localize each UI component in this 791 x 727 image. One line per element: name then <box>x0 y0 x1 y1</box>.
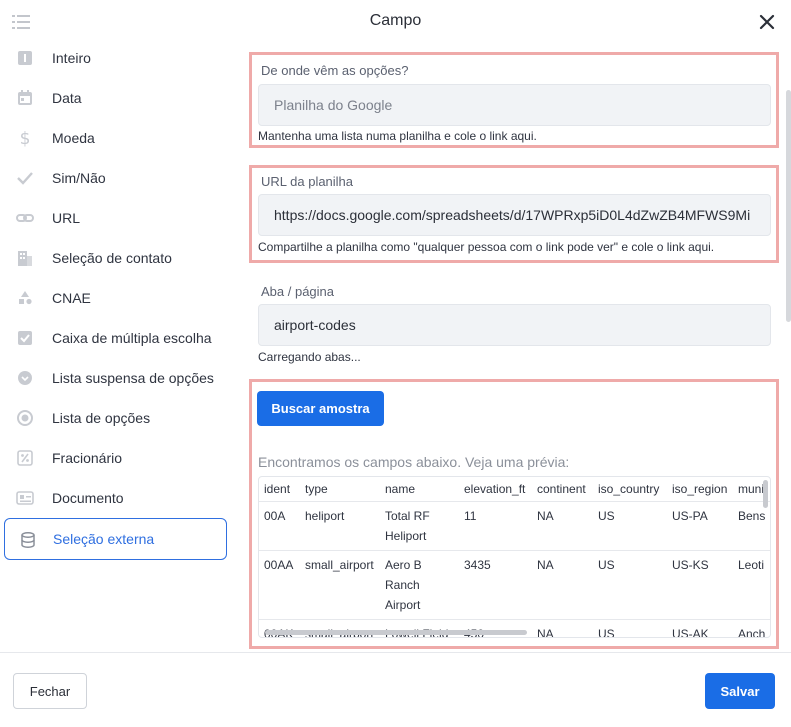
building-icon <box>18 251 32 266</box>
table-cell: 3435 <box>464 558 491 572</box>
url-label: URL da planilha <box>261 174 354 189</box>
table-cell: US <box>598 627 615 638</box>
table-cell: Total RF Heliport <box>385 509 430 543</box>
checkbox-icon <box>18 331 32 345</box>
close-button[interactable]: Fechar <box>13 673 87 709</box>
table-row: 00AK small_airport Lowell Field 450 NA U… <box>259 620 770 638</box>
dropdown-circle-icon <box>18 371 32 385</box>
sidebar-item-label: Inteiro <box>52 50 91 66</box>
table-cell: NA <box>537 627 554 638</box>
sidebar-item-lista-suspensa[interactable]: Lista suspensa de opções <box>0 358 236 398</box>
database-icon <box>21 532 35 548</box>
footer-divider <box>0 652 791 653</box>
sidebar-item-label: Moeda <box>52 130 95 146</box>
sheet-help: Carregando abas... <box>258 350 361 364</box>
spreadsheet-url-input[interactable]: https://docs.google.com/spreadsheets/d/1… <box>258 194 771 236</box>
number-icon <box>18 51 32 65</box>
sidebar-item-url[interactable]: URL <box>0 198 236 238</box>
sidebar-item-documento[interactable]: Documento <box>0 478 236 518</box>
source-section: De onde vêm as opções? Planilha do Googl… <box>249 52 779 148</box>
preview-found-text: Encontramos os campos abaixo. Veja uma p… <box>258 454 570 470</box>
column-header: elevation_ft <box>464 482 526 496</box>
url-help: Compartilhe a planilha como "qualquer pe… <box>258 240 715 254</box>
radio-icon <box>17 410 33 426</box>
table-header-row: ident type name elevation_ft continent i… <box>259 477 770 502</box>
sidebar-item-selecao-contato[interactable]: Seleção de contato <box>0 238 236 278</box>
column-header: iso_region <box>672 482 728 496</box>
column-header: muni <box>738 482 765 496</box>
sidebar-item-label: Lista suspensa de opções <box>52 370 214 386</box>
percent-icon <box>17 450 33 466</box>
sidebar-item-label: Fracionário <box>52 450 123 466</box>
check-icon <box>17 172 33 185</box>
table-cell: NA <box>537 509 554 523</box>
dollar-icon: $ <box>20 129 31 147</box>
shapes-icon <box>19 291 32 305</box>
table-cell: US-AK <box>672 627 709 638</box>
sheet-select[interactable]: airport-codes <box>258 304 771 346</box>
preview-section: Buscar amostra Encontramos os campos aba… <box>249 379 779 649</box>
sidebar-item-label: Data <box>52 90 82 106</box>
sidebar-item-sim-nao[interactable]: Sim/Não <box>0 158 236 198</box>
table-cell: NA <box>537 558 554 572</box>
column-header: type <box>305 482 328 496</box>
close-icon[interactable] <box>758 13 776 31</box>
table-cell: Aero B Ranch Airport <box>385 558 422 612</box>
sidebar-item-selecao-externa[interactable]: Seleção externa <box>4 518 227 560</box>
sidebar-item-moeda[interactable]: $ Moeda <box>0 118 236 158</box>
sidebar-item-label: Sim/Não <box>52 170 106 186</box>
sidebar-item-inteiro[interactable]: Inteiro <box>0 38 236 78</box>
table-cell: small_airport <box>305 558 374 572</box>
sidebar-item-label: Lista de opções <box>52 410 151 426</box>
sidebar-item-label: CNAE <box>52 290 91 306</box>
calendar-icon <box>18 90 32 105</box>
id-card-icon <box>16 491 34 505</box>
table-cell: Leoti <box>738 558 765 572</box>
sheet-section: Aba / página airport-codes Carregando ab… <box>249 278 779 368</box>
sidebar-item-label: Documento <box>52 490 124 506</box>
column-header: name <box>385 482 416 496</box>
table-vertical-scrollbar[interactable] <box>763 480 768 508</box>
sidebar-item-label: Seleção de contato <box>52 250 172 266</box>
column-header: continent <box>537 482 586 496</box>
fetch-sample-button[interactable]: Buscar amostra <box>257 391 384 426</box>
sidebar-item-cnae[interactable]: CNAE <box>0 278 236 318</box>
source-label: De onde vêm as opções? <box>261 63 409 78</box>
sidebar-item-lista-opcoes[interactable]: Lista de opções <box>0 398 236 438</box>
preview-table: ident type name elevation_ft continent i… <box>258 476 771 638</box>
table-cell: Bens <box>738 509 766 523</box>
column-header: ident <box>264 482 291 496</box>
source-help: Mantenha uma lista numa planilha e cole … <box>258 129 537 143</box>
table-horizontal-scrollbar[interactable] <box>265 630 527 635</box>
table-cell: heliport <box>305 509 345 523</box>
sidebar-item-data[interactable]: Data <box>0 78 236 118</box>
table-cell: 00AA <box>264 558 294 572</box>
table-row: 00AA small_airport Aero B Ranch Airport … <box>259 551 770 620</box>
source-select[interactable]: Planilha do Google <box>258 84 771 126</box>
table-cell: 11 <box>464 509 477 523</box>
table-cell: US <box>598 509 615 523</box>
table-cell: US-PA <box>672 509 708 523</box>
sidebar-item-label: Seleção externa <box>53 531 155 547</box>
table-row: 00A heliport Total RF Heliport 11 NA US … <box>259 502 770 551</box>
column-header: iso_country <box>598 482 660 496</box>
table-cell: US <box>598 558 615 572</box>
sheet-label: Aba / página <box>261 284 335 299</box>
field-type-sidebar: Inteiro Data $ Moeda Sim/Não URL Seleção… <box>0 40 236 652</box>
save-button[interactable]: Salvar <box>705 673 775 709</box>
table-cell: 00A <box>264 509 286 523</box>
link-icon <box>16 214 34 222</box>
dialog-title: Campo <box>369 12 422 29</box>
sidebar-item-caixa-multipla[interactable]: Caixa de múltipla escolha <box>0 318 236 358</box>
main-scrollbar[interactable] <box>786 90 791 322</box>
sidebar-item-fracionario[interactable]: Fracionário <box>0 438 236 478</box>
sidebar-item-label: URL <box>52 210 81 226</box>
svg-text:$: $ <box>20 129 31 147</box>
table-cell: US-KS <box>672 558 709 572</box>
url-section: URL da planilha https://docs.google.com/… <box>249 165 779 263</box>
table-cell: Anch <box>738 627 766 638</box>
sidebar-item-label: Caixa de múltipla escolha <box>52 330 212 346</box>
